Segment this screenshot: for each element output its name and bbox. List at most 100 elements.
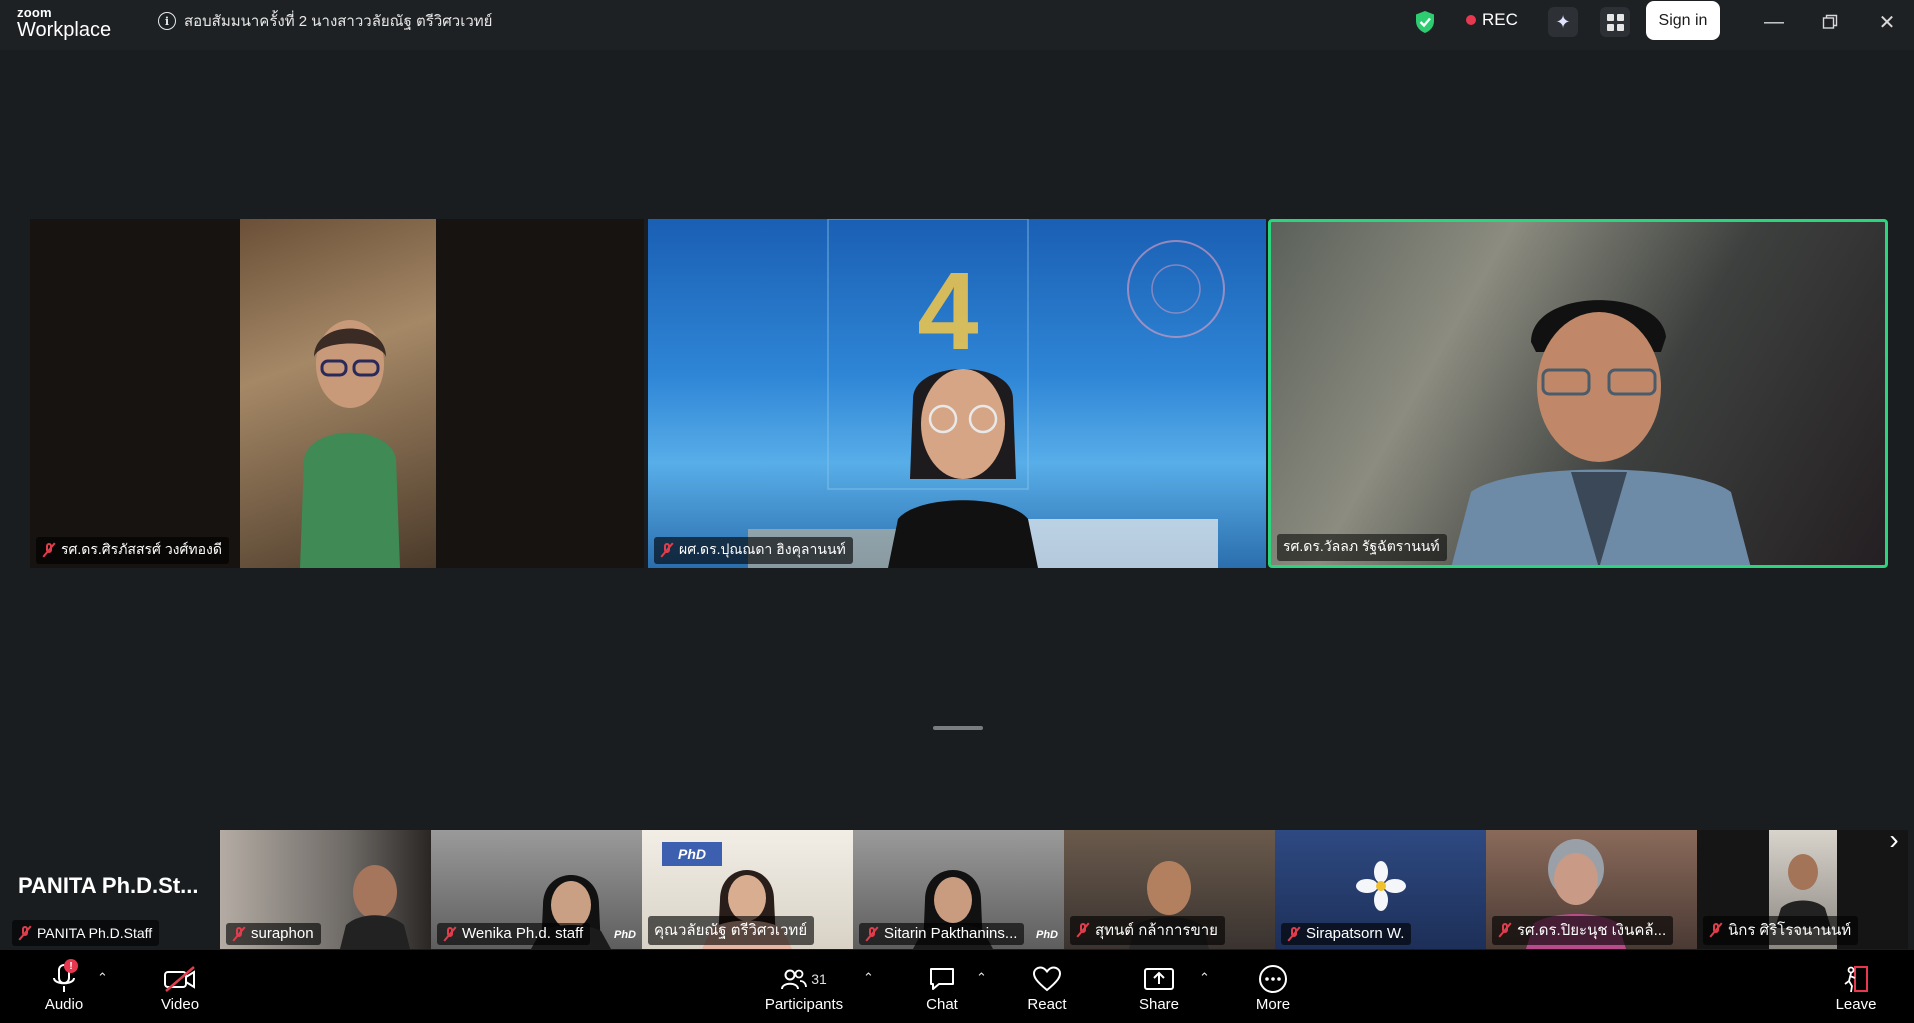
thumbnail-tile[interactable]: นิกร ศิริโรจนานนท์: [1697, 830, 1908, 949]
mic-muted-icon: [1498, 923, 1512, 937]
video-tile-2[interactable]: 4 ผศ.ดร.ปุณณดา ฮิงคุลานนท์: [648, 219, 1266, 568]
thumbnail-tile[interactable]: PhD คุณวลัยณัฐ ตรีวิศวเวทย์: [642, 830, 853, 949]
chat-icon: [928, 962, 956, 996]
close-icon[interactable]: ✕: [1872, 8, 1902, 36]
meeting-title: สอบสัมมนาครั้งที่ 2 นางสาววลัยณัฐ ตรีวิศ…: [184, 13, 493, 30]
mic-muted-icon: [42, 543, 56, 557]
participants-button[interactable]: 31 Participants: [756, 950, 852, 1023]
share-button[interactable]: Share: [1131, 950, 1187, 1023]
participant-name-tag: รศ.ดร.วัลลภ รัฐฉัตรานนท์: [1277, 534, 1447, 561]
participant-silhouette: [888, 369, 1038, 568]
participant-name: รศ.ดร.ปิยะนุช เงินคล้...: [1517, 922, 1667, 939]
recording-indicator[interactable]: REC: [1466, 10, 1518, 30]
mic-muted-icon: [1287, 926, 1301, 941]
participant-silhouette: [300, 320, 400, 568]
participant-name-tag: suraphon: [226, 923, 321, 945]
video-button[interactable]: Video: [152, 950, 208, 1023]
participant-name: Wenika Ph.d. staff: [462, 925, 584, 942]
phd-watermark: PhD: [1036, 929, 1058, 941]
mic-muted-icon: [443, 926, 457, 941]
chat-label: Chat: [926, 996, 958, 1013]
view-grid-icon[interactable]: [1600, 7, 1630, 37]
rec-label: REC: [1482, 10, 1518, 29]
thumbnail-tile[interactable]: Wenika Ph.d. staff PhD: [431, 830, 642, 949]
participant-name: รศ.ดร.ศิรภัสสรศ์ วงศ์ทองดี: [61, 541, 222, 557]
chevron-up-icon[interactable]: ⌃: [976, 970, 987, 986]
leave-icon: [1841, 962, 1871, 996]
participant-name-tag: รศ.ดร.ปิยะนุช เงินคล้...: [1492, 916, 1674, 945]
meeting-info[interactable]: i สอบสัมมนาครั้งที่ 2 นางสาววลัยณัฐ ตรีว…: [158, 9, 492, 33]
participant-name: Sitarin Pakthanins...: [884, 925, 1018, 942]
participant-name-tag: Wenika Ph.d. staff: [437, 923, 591, 945]
react-button[interactable]: React: [1019, 950, 1075, 1023]
participant-name: PANITA Ph.D.Staff: [37, 924, 153, 941]
react-label: React: [1027, 996, 1067, 1013]
self-view-tag: PANITA Ph.D.Staff: [12, 920, 160, 946]
participant-name-tag: รศ.ดร.ศิรภัสสรศ์ วงศ์ทองดี: [36, 537, 229, 564]
heart-icon: [1032, 962, 1062, 996]
phd-watermark: PhD: [614, 929, 636, 941]
chevron-right-icon[interactable]: ›: [1882, 820, 1906, 860]
video-stage: รศ.ดร.ศิรภัสสรศ์ วงศ์ทองดี 4 ผศ.ดร.ปุณณด…: [0, 50, 1914, 950]
meeting-toolbar: Audio ! ⌃ Video 31 Participants ⌃ Chat ⌃…: [0, 950, 1914, 1023]
participant-name-tag: Sirapatsorn W.: [1281, 923, 1412, 945]
chevron-up-icon[interactable]: ⌃: [97, 970, 108, 986]
brand-small: zoom: [17, 5, 52, 20]
audio-alert-badge: !: [64, 959, 78, 973]
participant-name: สุทนต์ กล้าการขาย: [1095, 922, 1218, 939]
video-tile-1[interactable]: รศ.ดร.ศิรภัสสรศ์ วงศ์ทองดี: [30, 219, 644, 568]
audio-button[interactable]: Audio: [36, 950, 92, 1023]
participant-name-tag: Sitarin Pakthanins...: [859, 923, 1025, 945]
video-label: Video: [160, 996, 200, 1013]
mic-muted-icon: [232, 926, 246, 941]
leave-label: Leave: [1835, 996, 1877, 1013]
svg-text:4: 4: [917, 250, 978, 373]
mic-muted-icon: [1076, 923, 1090, 937]
mic-muted-icon: [660, 543, 674, 557]
minimize-icon[interactable]: —: [1759, 8, 1789, 36]
zoom-logo: zoom Workplace: [17, 6, 111, 40]
participant-name: suraphon: [251, 925, 314, 942]
leave-button[interactable]: Leave: [1828, 950, 1884, 1023]
thumbnail-tile[interactable]: รศ.ดร.ปิยะนุช เงินคล้...: [1486, 830, 1697, 949]
chat-button[interactable]: Chat: [914, 950, 970, 1023]
participant-name-tag: สุทนต์ กล้าการขาย: [1070, 916, 1225, 945]
participants-label: Participants: [764, 996, 844, 1013]
participant-name-tag: นิกร ศิริโรจนานนท์: [1703, 916, 1859, 945]
participant-name-tag: คุณวลัยณัฐ ตรีวิศวเวทย์: [648, 916, 815, 945]
restore-icon[interactable]: [1815, 8, 1845, 36]
thumbnail-tile[interactable]: Sitarin Pakthanins... PhD: [853, 830, 1064, 949]
participant-name-tag: ผศ.ดร.ปุณณดา ฮิงคุลานนท์: [654, 537, 853, 564]
more-button[interactable]: More: [1245, 950, 1301, 1023]
self-view-name: PANITA Ph.D.St...: [18, 873, 199, 898]
info-icon[interactable]: i: [158, 12, 176, 30]
more-icon: [1258, 962, 1288, 996]
layout-resize-handle[interactable]: [933, 726, 983, 730]
video-tile-active-speaker[interactable]: รศ.ดร.วัลลภ รัฐฉัตรานนท์: [1268, 219, 1888, 568]
participant-silhouette: [340, 865, 410, 949]
participant-name: Sirapatsorn W.: [1306, 925, 1405, 942]
participant-silhouette: [1451, 300, 1751, 565]
thumbnail-tile[interactable]: สุทนต์ กล้าการขาย: [1064, 830, 1275, 949]
title-bar: zoom Workplace i สอบสัมมนาครั้งที่ 2 นาง…: [0, 0, 1914, 50]
video-off-icon: [163, 962, 197, 996]
chevron-up-icon[interactable]: ⌃: [1199, 970, 1210, 986]
sign-in-button[interactable]: Sign in: [1646, 1, 1720, 40]
mic-muted-icon: [1709, 923, 1723, 937]
ai-companion-icon[interactable]: ✦: [1548, 7, 1578, 37]
thumbnail-tile[interactable]: suraphon: [220, 830, 431, 949]
participants-icon: 31: [781, 962, 827, 996]
flower-image: [1356, 861, 1406, 911]
participant-name: รศ.ดร.วัลลภ รัฐฉัตรานนท์: [1283, 538, 1440, 554]
thumbnail-tile[interactable]: Sirapatsorn W.: [1275, 830, 1486, 949]
participant-name: คุณวลัยณัฐ ตรีวิศวเวทย์: [654, 922, 808, 939]
chevron-up-icon[interactable]: ⌃: [863, 970, 874, 986]
brand-large: Workplace: [17, 19, 112, 41]
more-label: More: [1255, 996, 1291, 1013]
mic-muted-icon: [865, 926, 879, 941]
participants-count: 31: [811, 971, 827, 987]
audio-label: Audio: [44, 996, 84, 1013]
encryption-shield-icon[interactable]: [1414, 10, 1436, 34]
record-dot-icon: [1466, 15, 1476, 25]
share-screen-icon: [1143, 962, 1175, 996]
